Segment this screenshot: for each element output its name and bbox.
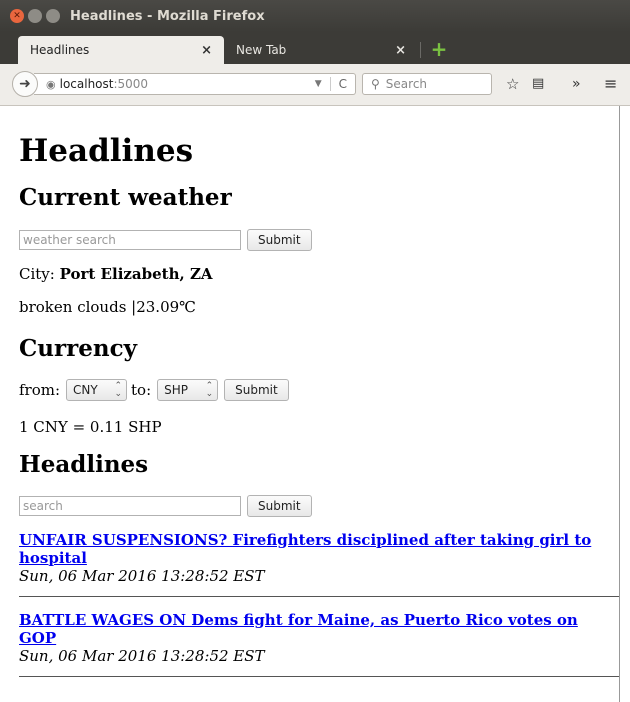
exchange-rate-text: 1 CNY = 0.11 SHP (19, 418, 162, 436)
url-text: localhost:5000 (60, 77, 148, 91)
headlines-search-input[interactable]: search (19, 496, 241, 516)
headlines-heading: Headlines (19, 451, 149, 478)
search-placeholder: Search (385, 77, 428, 91)
headlines-search-form: search Submit (19, 495, 609, 517)
tab-headlines[interactable]: Headlines × (18, 36, 224, 64)
weather-heading: Current weather (19, 184, 232, 211)
currency-submit-button[interactable]: Submit (224, 379, 289, 401)
page-title: Headlines (19, 133, 194, 169)
headlines-search-placeholder: search (23, 499, 63, 513)
select-updown-icon: ⌃ ⌄ (114, 381, 123, 399)
to-label: to: (131, 381, 152, 399)
window-controls: ✕ (10, 9, 60, 23)
url-dropdown-icon[interactable]: ▼ (315, 79, 322, 89)
url-port: :5000 (113, 77, 149, 91)
reload-icon[interactable]: C (339, 77, 347, 91)
article-item: UNFAIR SUSPENSIONS? Firefighters discipl… (19, 531, 619, 597)
overflow-chevron-icon[interactable]: » (572, 74, 581, 94)
tab-close-icon[interactable]: × (201, 43, 212, 58)
select-updown-icon: ⌃ ⌄ (205, 381, 214, 399)
currency-form: from: CNY ⌃ ⌄ to: SHP ⌃ ⌄ Submit (19, 379, 609, 401)
city-line: City: Port Elizabeth, ZA (19, 264, 609, 284)
weather-submit-button[interactable]: Submit (247, 229, 312, 251)
article-divider (19, 596, 619, 597)
weather-form: weather search Submit (19, 229, 609, 251)
weather-description: broken clouds |23.09℃ (19, 298, 196, 316)
window-minimize-button[interactable] (28, 9, 42, 23)
tab-label: Headlines (30, 43, 90, 57)
site-info-icon[interactable]: ◉ (46, 78, 56, 91)
window-maximize-button[interactable] (46, 9, 60, 23)
tab-new-tab[interactable]: New Tab × (224, 36, 418, 64)
article-title-link[interactable]: UNFAIR SUSPENSIONS? Firefighters discipl… (19, 531, 609, 567)
window-titlebar: ✕ Headlines - Mozilla Firefox (0, 0, 630, 32)
from-currency-select[interactable]: CNY ⌃ ⌄ (66, 379, 128, 401)
article-divider (19, 676, 619, 677)
window-close-button[interactable]: ✕ (10, 9, 24, 23)
article-item: BATTLE WAGES ON Dems fight for Maine, as… (19, 611, 619, 677)
window-title: Headlines - Mozilla Firefox (70, 8, 265, 24)
navigation-toolbar: ◉ localhost:5000 ▼ C ➜ ⚲ Search ☆ ▤ » ≡ (0, 64, 630, 106)
article-date: Sun, 06 Mar 2016 13:28:52 EST (19, 567, 265, 585)
city-value: Port Elizabeth, ZA (59, 265, 213, 283)
tab-close-icon[interactable]: × (395, 43, 406, 58)
hamburger-menu-icon[interactable]: ≡ (604, 74, 617, 94)
url-bar[interactable]: ◉ localhost:5000 ▼ C (34, 73, 356, 95)
back-arrow-icon[interactable]: ➜ (12, 71, 38, 97)
url-divider (329, 77, 331, 91)
from-currency-value: CNY (73, 383, 98, 397)
city-label: City: (19, 265, 55, 283)
new-tab-plus-icon[interactable]: + (430, 39, 448, 59)
headlines-submit-button[interactable]: Submit (247, 495, 312, 517)
search-icon: ⚲ (371, 77, 380, 91)
to-currency-select[interactable]: SHP ⌃ ⌄ (157, 379, 219, 401)
from-label: from: (19, 381, 61, 399)
to-currency-value: SHP (164, 383, 189, 397)
tab-label: New Tab (236, 43, 287, 57)
page-content: Headlines Current weather weather search… (18, 106, 620, 702)
reading-list-icon[interactable]: ▤ (532, 74, 544, 94)
tab-divider (420, 42, 421, 58)
article-date: Sun, 06 Mar 2016 13:28:52 EST (19, 647, 265, 665)
weather-search-placeholder: weather search (23, 233, 116, 247)
tab-bar: Headlines × New Tab × + (0, 32, 630, 64)
url-host: localhost (59, 77, 114, 91)
search-bar[interactable]: ⚲ Search (362, 73, 492, 95)
article-title-link[interactable]: BATTLE WAGES ON Dems fight for Maine, as… (19, 611, 609, 647)
weather-search-input[interactable]: weather search (19, 230, 241, 250)
bookmark-star-icon[interactable]: ☆ (506, 74, 519, 94)
currency-heading: Currency (19, 335, 137, 362)
